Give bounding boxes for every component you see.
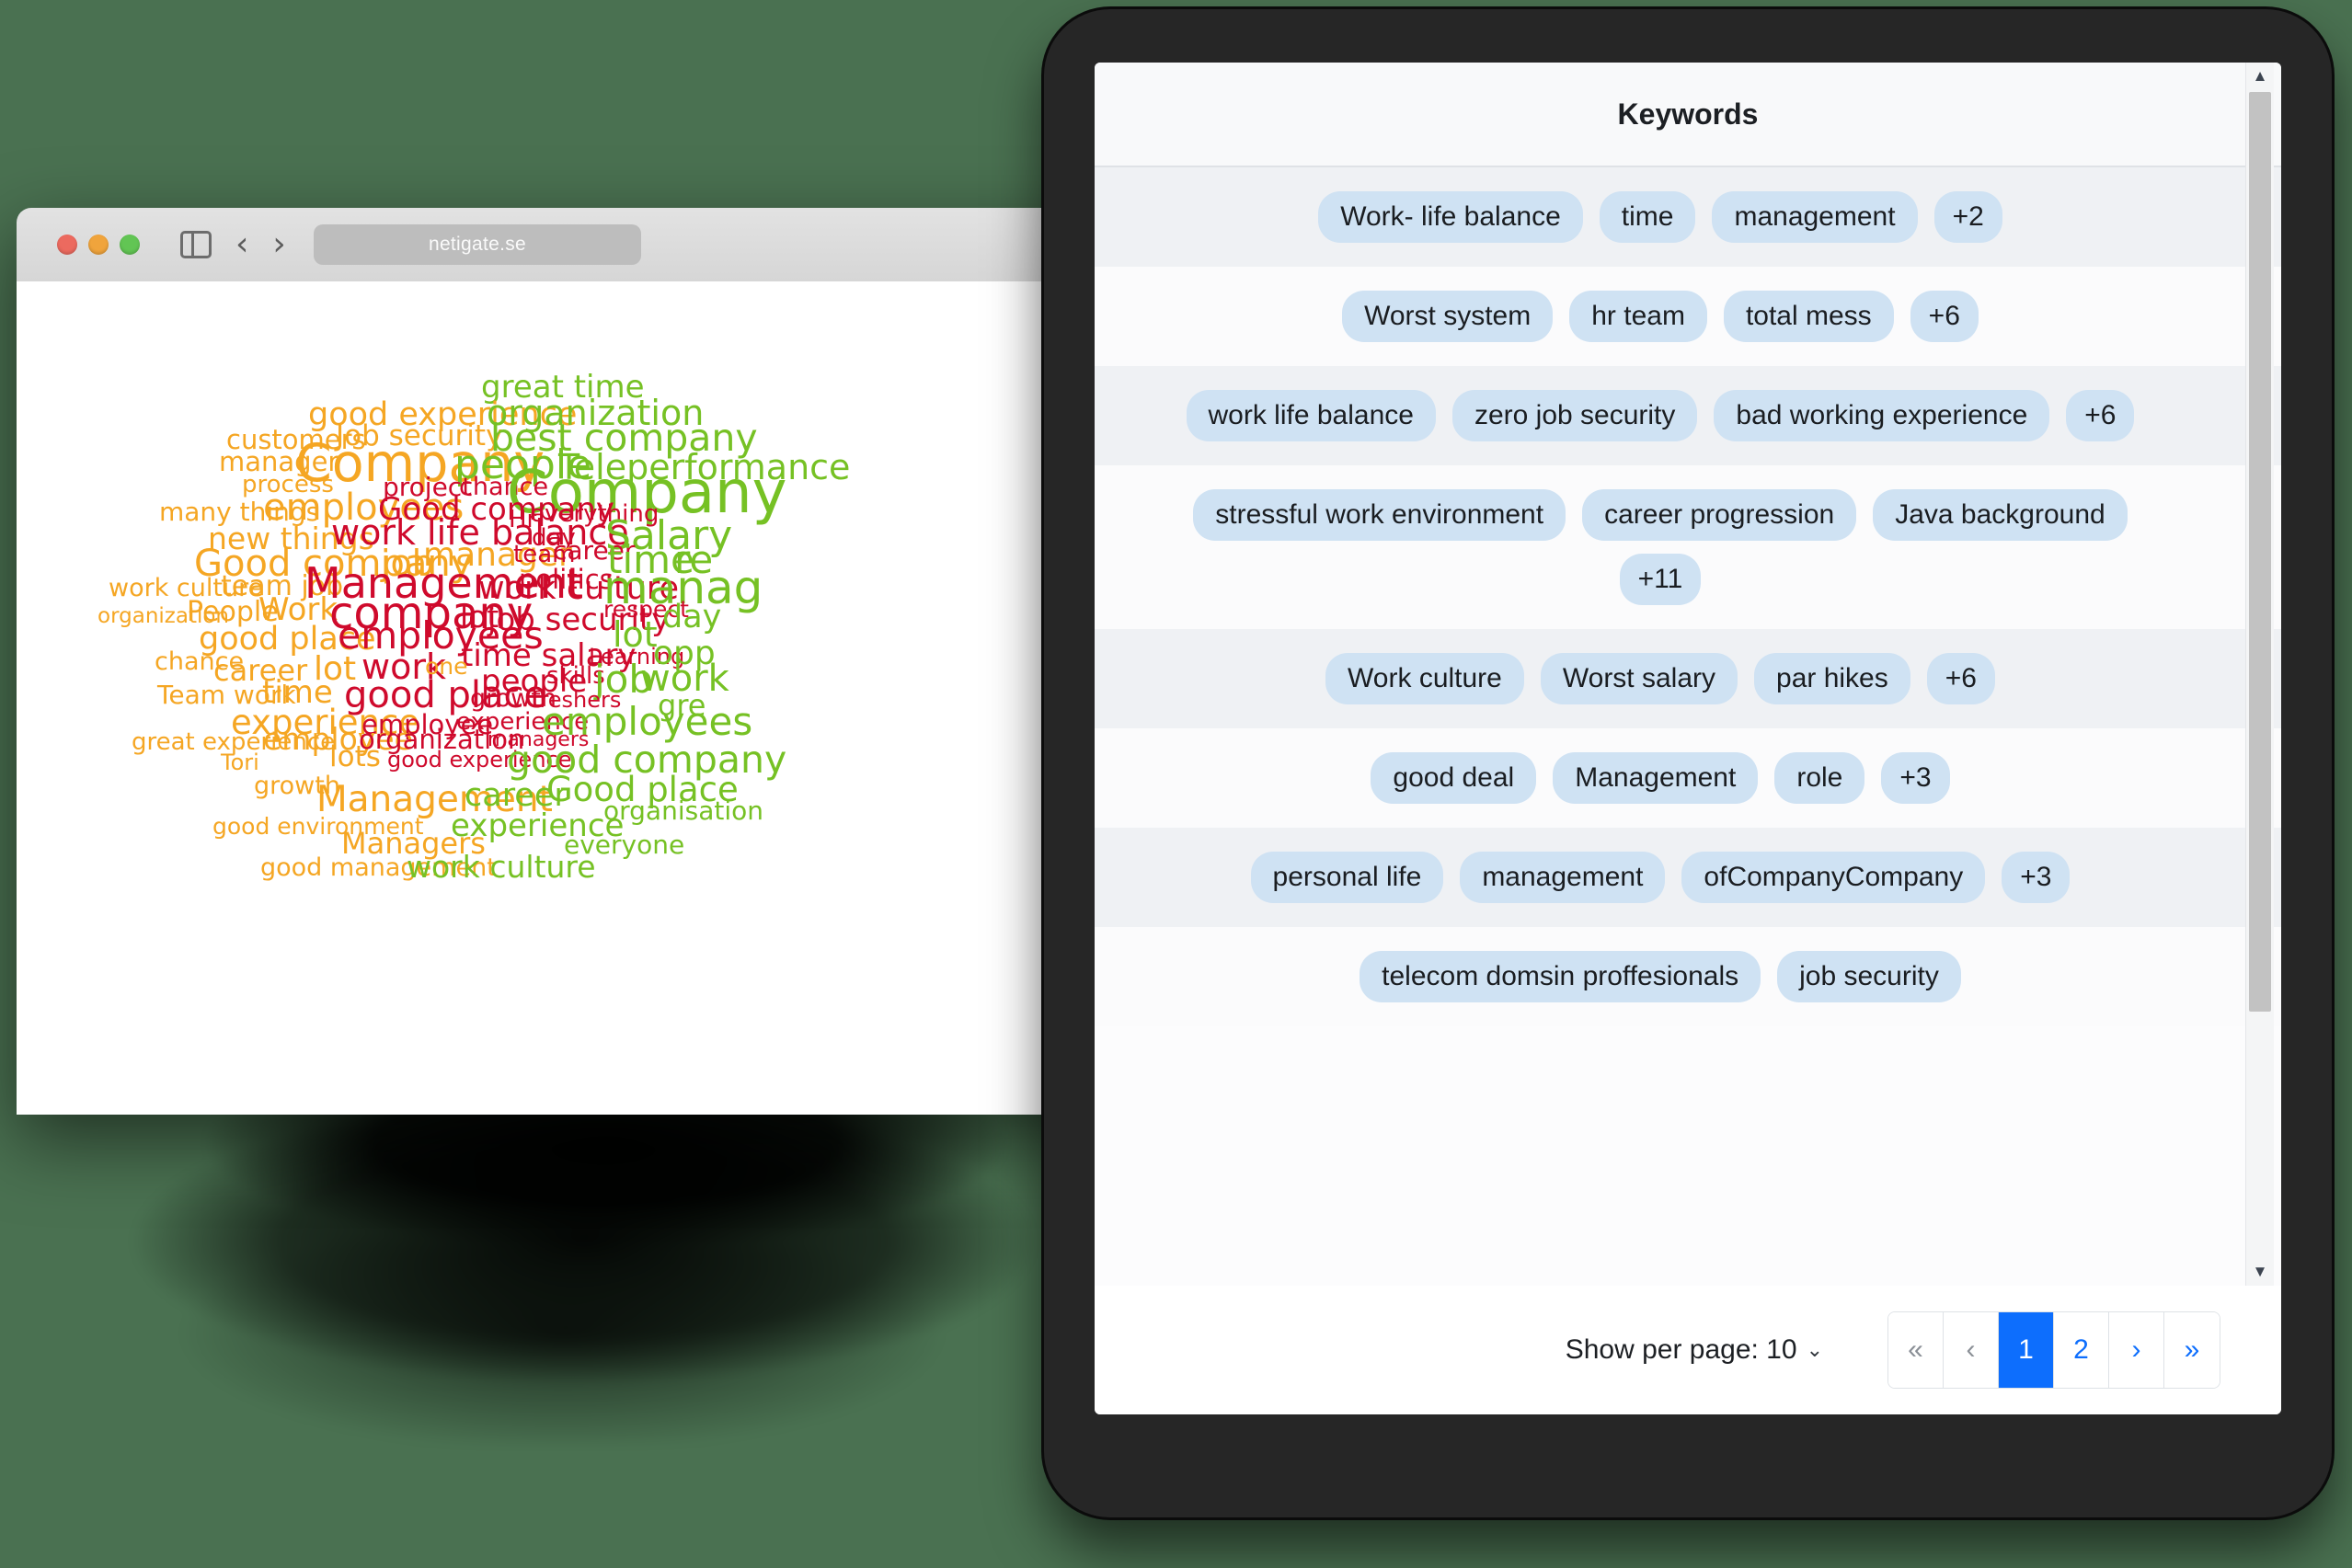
window-traffic-lights [57, 235, 140, 255]
word-cloud: great time good experience organization cus… [17, 281, 1125, 1115]
per-page-label: Show per page: 10 [1565, 1334, 1797, 1365]
keyword-chip[interactable]: bad working experience [1714, 390, 2050, 441]
keyword-overflow-chip[interactable]: +3 [1881, 752, 1950, 804]
keyword-chip[interactable]: good deal [1371, 752, 1537, 804]
keyword-chip[interactable]: Worst system [1342, 291, 1554, 342]
keywords-footer: Show per page: 10 ⌄ «‹ 1 2 ›» [1095, 1286, 2281, 1414]
scroll-down-icon[interactable]: ▼ [2246, 1258, 2274, 1286]
keyword-chip[interactable]: work life balance [1186, 390, 1436, 441]
page-title: Keywords [1617, 97, 1759, 131]
minimize-window-button[interactable] [88, 235, 109, 255]
forward-arrow-icon[interactable]: › [272, 228, 285, 261]
scrollbar-thumb[interactable] [2249, 92, 2271, 1012]
keyword-chip[interactable]: Java background [1873, 489, 2128, 541]
keyword-overflow-chip[interactable]: +6 [1910, 291, 1979, 342]
per-page-select[interactable]: Show per page: 10 ⌄ [1566, 1334, 1823, 1366]
pagination-button-nav[interactable]: » [2164, 1312, 2220, 1388]
keyword-chip[interactable]: telecom domsin proffesionals [1360, 951, 1761, 1002]
word-cloud-term: day [662, 599, 722, 635]
keyword-chip[interactable]: Worst salary [1540, 653, 1738, 704]
keyword-overflow-chip[interactable]: +2 [1933, 191, 2002, 243]
keyword-chip[interactable]: zero job security [1451, 390, 1698, 441]
browser-content: great time good experience organization cus… [17, 281, 1125, 1115]
keyword-row: Work culture Worst salary par hikes +6 [1095, 629, 2281, 728]
browser-titlebar: ‹ › netigate.se [17, 208, 1125, 281]
zoom-window-button[interactable] [120, 235, 140, 255]
keywords-list: Work- life balance time management +2 Worst … [1095, 167, 2281, 1286]
keyword-chip[interactable]: par hikes [1754, 653, 1910, 704]
chevron-down-icon: ⌄ [1806, 1338, 1823, 1361]
close-window-button[interactable] [57, 235, 77, 255]
sidebar-icon[interactable] [180, 231, 212, 258]
tablet-device: Keywords Work- life balance time managemen… [1044, 9, 2332, 1517]
keyword-row: Work- life balance time management +2 [1095, 167, 2281, 267]
browser-window: ‹ › netigate.se great time good experienc… [17, 208, 1125, 1115]
keyword-row: good deal Management role +3 [1095, 728, 2281, 828]
word-cloud-term: Tori [221, 750, 259, 775]
keyword-row: Worst system hr team total mess +6 [1095, 267, 2281, 366]
keyword-chip[interactable]: Work- life balance [1318, 191, 1583, 243]
keyword-chip[interactable]: personal life [1250, 852, 1444, 903]
keyword-chip[interactable]: Work culture [1325, 653, 1524, 704]
pagination-button-nav[interactable]: « [1888, 1312, 1944, 1388]
keyword-chip[interactable]: ofCompanyCompany [1681, 852, 1986, 903]
keyword-row: personal life management ofCompanyCompany +… [1095, 828, 2281, 927]
keyword-chip[interactable]: job security [1777, 951, 1961, 1002]
keywords-scrollbar[interactable]: ▲ ▼ [2245, 63, 2274, 1286]
word-cloud-term: organisation [603, 795, 763, 826]
keyword-chip[interactable]: Management [1553, 752, 1759, 804]
keyword-overflow-chip[interactable]: +6 [1926, 653, 1995, 704]
keyword-chip[interactable]: management [1460, 852, 1666, 903]
pagination-button-page-1[interactable]: 1 [1999, 1312, 2054, 1388]
keyword-overflow-chip[interactable]: +11 [1619, 554, 1702, 605]
keywords-header: Keywords [1095, 63, 2281, 167]
tablet-screen: Keywords Work- life balance time managemen… [1095, 63, 2281, 1414]
scroll-up-icon[interactable]: ▲ [2246, 63, 2274, 90]
address-bar[interactable]: netigate.se [314, 224, 641, 265]
keyword-chip[interactable]: management [1712, 191, 1918, 243]
keyword-row: telecom domsin proffesionals job security [1095, 927, 2281, 1026]
word-cloud-term: work culture [407, 849, 596, 885]
keyword-overflow-chip[interactable]: +3 [2002, 852, 2071, 903]
keyword-row: work life balance zero job security bad wo… [1095, 366, 2281, 465]
keyword-chip[interactable]: role [1774, 752, 1865, 804]
pagination-button-nav[interactable]: › [2109, 1312, 2164, 1388]
keyword-overflow-chip[interactable]: +6 [2066, 390, 2135, 441]
pagination: «‹ 1 2 ›» [1887, 1311, 2220, 1389]
pagination-button-page-2[interactable]: 2 [2054, 1312, 2109, 1388]
pagination-button-nav[interactable]: ‹ [1944, 1312, 1999, 1388]
keyword-chip[interactable]: hr team [1569, 291, 1707, 342]
back-arrow-icon[interactable]: ‹ [235, 228, 248, 261]
laptop-drop-shadow [37, 1076, 1131, 1444]
keyword-chip[interactable]: stressful work environment [1193, 489, 1566, 541]
word-cloud-term: lots [329, 740, 381, 773]
keyword-chip[interactable]: time [1599, 191, 1696, 243]
keyword-chip[interactable]: total mess [1723, 291, 1894, 342]
keyword-chip[interactable]: career progression [1582, 489, 1857, 541]
keyword-row: stressful work environment career progres… [1095, 465, 2281, 629]
